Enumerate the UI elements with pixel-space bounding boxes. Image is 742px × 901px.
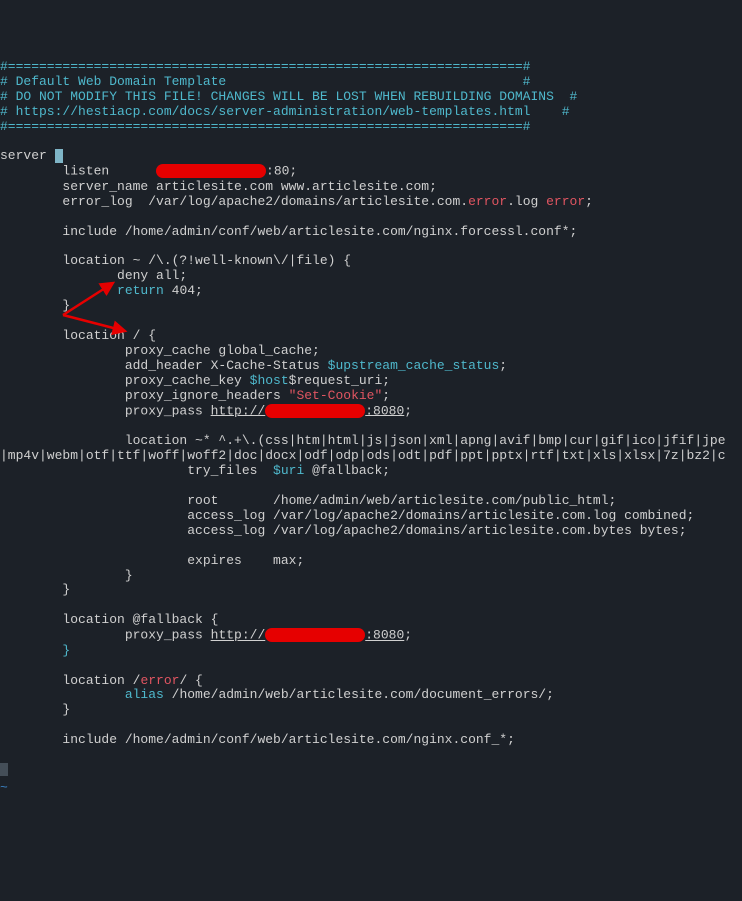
header-bar: #=======================================…	[0, 59, 531, 74]
loc-root-head: location / {	[0, 328, 156, 343]
proxy-pass-url: http://	[211, 403, 266, 418]
errorlog-semi: ;	[585, 194, 593, 209]
expires: expires max;	[0, 553, 304, 568]
try-files-pre: try_files	[0, 463, 273, 478]
ignore-headers-pre: proxy_ignore_headers	[0, 388, 289, 403]
ignore-headers-str: "Set-Cookie"	[289, 388, 383, 403]
header-l2: # DO NOT MODIFY THIS FILE! CHANGES WILL …	[0, 89, 577, 104]
listen-port: :80;	[266, 164, 297, 179]
include-conf: include /home/admin/conf/web/articlesite…	[0, 732, 515, 747]
fallback-pass-pre: proxy_pass	[0, 628, 211, 643]
header-l3: # https://hestiacp.com/docs/server-admin…	[0, 104, 570, 119]
loc-wellknown-ret-pre	[0, 283, 117, 298]
add-header-semi: ;	[499, 358, 507, 373]
proxy-pass-semi: ;	[404, 403, 412, 418]
proxy-pass-port: :8080	[365, 403, 404, 418]
add-header-pre: add_header X-Cache-Status	[0, 358, 328, 373]
loc-wellknown-head: location ~ /\.(?!well-known\/|file) {	[0, 253, 351, 268]
proxy-pass-pre: proxy_pass	[0, 403, 211, 418]
alias-val: /home/admin/web/articlesite.com/document…	[164, 687, 554, 702]
include-forcessl: include /home/admin/conf/web/articlesite…	[0, 224, 577, 239]
header-l1: # Default Web Domain Template #	[0, 74, 531, 89]
bottom-cursor	[0, 763, 8, 776]
loc-static-head2: |mp4v|webm|otf|ttf|woff|woff2|doc|docx|o…	[0, 448, 726, 463]
errorlog-pre: error_log /var/log/apache2/domains/artic…	[0, 194, 468, 209]
fallback-close-pre	[0, 643, 62, 658]
add-header-var: $upstream_cache_status	[328, 358, 500, 373]
errorlog-err2: error	[546, 194, 585, 209]
cache-key-var: $host	[250, 373, 289, 388]
cache-key-pre: proxy_cache_key	[0, 373, 250, 388]
listen-pre: listen	[0, 164, 156, 179]
alias-keyword: alias	[125, 687, 164, 702]
ignore-headers-semi: ;	[382, 388, 390, 403]
errorlog-log: .log	[507, 194, 546, 209]
loc-wellknown-deny: deny all;	[0, 268, 187, 283]
loc-static-close-inner: }	[0, 568, 133, 583]
try-files-var: $uri	[273, 463, 304, 478]
server-name: server_name articlesite.com www.articles…	[0, 179, 437, 194]
loc-static-head: location ~* ^.+\.(css|htm|html|js|json|x…	[0, 433, 726, 448]
access-log-1: access_log /var/log/apache2/domains/arti…	[0, 508, 694, 523]
root-directive: root /home/admin/web/articlesite.com/pub…	[0, 493, 616, 508]
cursor	[55, 149, 63, 163]
return-keyword: return	[117, 283, 164, 298]
fallback-pass-url: http://	[211, 628, 266, 643]
cache-key-rest: $request_uri;	[289, 373, 390, 388]
editor-content[interactable]: #=======================================…	[0, 60, 742, 796]
tilde-line: ~	[0, 780, 8, 795]
fallback-head: location @fallback {	[0, 612, 218, 627]
try-files-rest: @fallback;	[304, 463, 390, 478]
fallback-pass-semi: ;	[404, 628, 412, 643]
alias-pre	[0, 687, 125, 702]
proxy-cache: proxy_cache global_cache;	[0, 343, 320, 358]
loc-error-head-err: error	[140, 673, 179, 688]
loc-wellknown-close: }	[0, 298, 70, 313]
access-log-2: access_log /var/log/apache2/domains/arti…	[0, 523, 687, 538]
loc-error-head-pre: location /	[0, 673, 140, 688]
loc-error-close: }	[0, 702, 70, 717]
redacted-ip-2	[265, 404, 365, 418]
redacted-ip-1	[156, 164, 266, 178]
fallback-pass-port: :8080	[365, 628, 404, 643]
fallback-close-brace: }	[62, 643, 70, 658]
redacted-ip-3	[265, 628, 365, 642]
errorlog-err: error	[468, 194, 507, 209]
server-keyword: server	[0, 148, 55, 163]
loc-wellknown-retv: 404;	[164, 283, 203, 298]
loc-error-head-post: / {	[179, 673, 202, 688]
header-bar2: #=======================================…	[0, 119, 531, 134]
loc-static-close: }	[0, 582, 70, 597]
